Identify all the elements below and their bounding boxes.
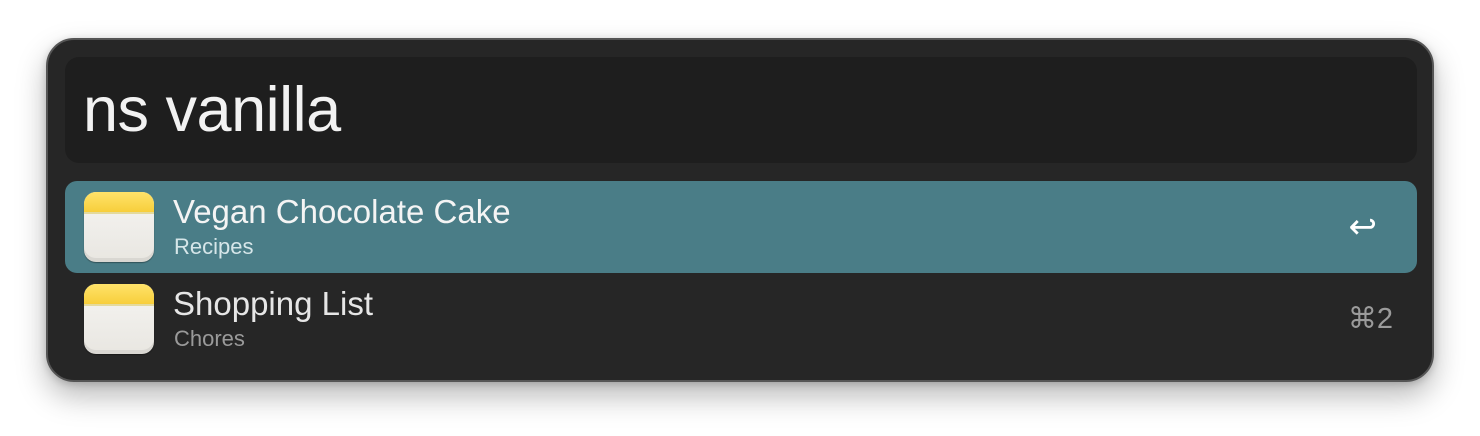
launcher-window: ns vanilla Vegan Chocolate Cake Recipes … xyxy=(46,38,1434,382)
result-title: Vegan Chocolate Cake xyxy=(173,193,511,230)
result-row-vegan-chocolate-cake[interactable]: Vegan Chocolate Cake Recipes ↩ xyxy=(65,181,1417,273)
search-input[interactable]: ns vanilla xyxy=(83,57,1383,163)
result-title: Shopping List xyxy=(173,285,373,322)
result-subtitle: Recipes xyxy=(174,234,254,259)
keyboard-shortcut: ⌘2 xyxy=(1347,303,1393,335)
notes-app-icon xyxy=(84,284,154,354)
notes-app-icon xyxy=(84,192,154,262)
search-box[interactable]: ns vanilla xyxy=(65,57,1417,163)
result-subtitle: Chores xyxy=(174,326,245,351)
result-row-shopping-list[interactable]: Shopping List Chores ⌘2 xyxy=(65,273,1417,365)
return-key-icon: ↩ xyxy=(1348,208,1378,246)
results-list: Vegan Chocolate Cake Recipes ↩ Shopping … xyxy=(65,181,1417,365)
